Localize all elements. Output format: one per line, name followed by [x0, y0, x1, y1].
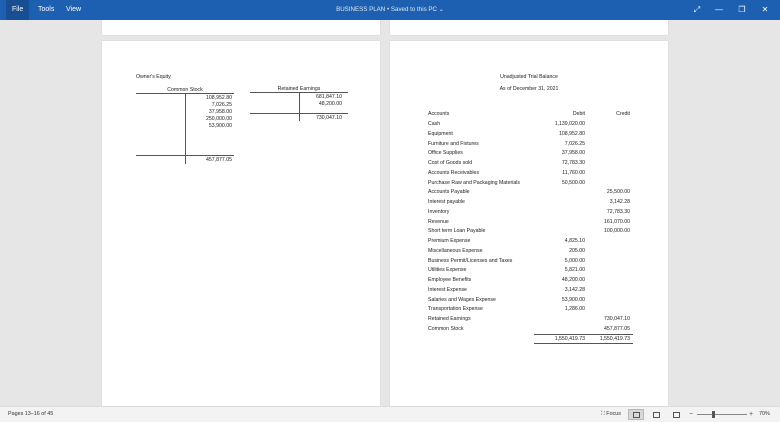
zoom-slider[interactable] — [697, 414, 747, 415]
debit-value: 50,500.00 — [561, 179, 585, 186]
retained-earnings-entry: 48,200.00 — [318, 101, 342, 107]
page-count[interactable]: Pages 13–16 of 45 — [8, 407, 53, 422]
owners-equity-title: Owner's Equity — [136, 74, 171, 80]
account-name: Miscellaneous Expense — [428, 247, 483, 254]
account-name: Retained Earnings — [428, 316, 471, 322]
column-header-credit: Credit — [616, 111, 630, 117]
common-stock-entry: 37,958.00 — [208, 109, 232, 115]
document-name[interactable]: BUSINESS PLAN — [336, 6, 385, 13]
title-bar: File Tools View BUSINESS PLAN • Saved to… — [0, 0, 780, 20]
print-layout-button[interactable] — [648, 409, 664, 420]
debit-value: 11,760.00 — [562, 169, 585, 176]
menu-file[interactable]: File — [6, 0, 30, 20]
common-stock-entry: 108,952.80 — [206, 95, 232, 101]
page-previous-left — [102, 20, 380, 35]
debit-value: 48,200.00 — [561, 277, 585, 283]
account-name: Equipment — [428, 130, 453, 137]
credit-value: 457,877.05 — [604, 325, 630, 332]
account-name: Interest Expense — [428, 286, 467, 293]
total-credit: 1,550,419.73 — [599, 336, 630, 342]
restore-button[interactable]: ❐ — [731, 0, 753, 20]
trial-balance-title: Unadjusted Trial Balance — [500, 74, 558, 80]
column-header-debit: Debit — [572, 111, 585, 117]
debit-value: 72,783.30 — [561, 160, 585, 166]
close-button[interactable]: ✕ — [754, 0, 776, 20]
account-name: Salaries and Wages Expense — [428, 296, 496, 303]
document-title: BUSINESS PLAN • Saved to this PC ⌄ — [0, 0, 780, 20]
common-stock-entry: 53,900.00 — [208, 123, 232, 129]
menu-tools[interactable]: Tools — [32, 0, 60, 20]
common-stock-total: 457,877.05 — [206, 157, 232, 163]
page-previous-right — [390, 20, 668, 35]
web-layout-icon — [673, 412, 680, 418]
debit-value: 5,000.00 — [564, 257, 585, 264]
account-name: Utilities Expense — [428, 267, 467, 274]
title-dropdown-icon[interactable]: ⌄ — [439, 6, 444, 13]
totals-top-rule — [534, 334, 633, 335]
debit-value: 37,958.00 — [561, 150, 585, 157]
account-name: Accounts Payable — [428, 189, 470, 196]
document-canvas[interactable]: Owner's Equity Common Stock 108,952.80 7,… — [0, 20, 780, 406]
retained-earnings-total: 730,047.10 — [316, 115, 342, 121]
totals-bottom-rule — [534, 343, 633, 344]
credit-value: 72,783.30 — [606, 208, 630, 215]
debit-value: 3,142.28 — [564, 286, 585, 293]
account-name: Common Stock — [428, 325, 464, 332]
credit-value: 25,500.00 — [606, 189, 630, 196]
account-name: Premium Expense — [428, 238, 471, 244]
account-name: Furniture and Fixtures — [428, 140, 479, 147]
read-mode-button[interactable] — [628, 409, 644, 420]
column-header-accounts: Accounts — [428, 111, 450, 117]
debit-value: 4,825.10 — [564, 238, 585, 244]
common-stock-entry: 250,000.00 — [206, 116, 232, 122]
focus-icon: ⛶ — [601, 411, 605, 417]
debit-value: 5,821.00 — [564, 267, 585, 274]
account-name: Short term Loan Payable — [428, 228, 486, 235]
trial-balance-date: As of December 31, 2021 — [499, 86, 559, 92]
focus-label: Focus — [606, 411, 621, 417]
account-name: Cost of Goods sold — [428, 160, 473, 166]
account-name: Office Supplies — [428, 150, 463, 157]
common-stock-entry: 7,026.25 — [211, 102, 232, 108]
credit-value: 161,070.00 — [604, 218, 630, 225]
account-name: Cash — [428, 121, 441, 127]
debit-value: 53,900.00 — [561, 296, 585, 303]
web-layout-button[interactable] — [668, 409, 684, 420]
page-trial-balance: Unadjusted Trial Balance As of December … — [390, 41, 668, 406]
menu-view[interactable]: View — [60, 0, 87, 20]
credit-value: 3,142.28 — [609, 199, 630, 205]
credit-value: 100,000.00 — [604, 228, 630, 235]
account-name: Business Permit/Licenses and Taxes — [428, 257, 513, 264]
minimize-button[interactable]: — — [708, 0, 730, 20]
status-bar: Pages 13–16 of 45 ⛶ Focus − + 70% — [0, 406, 780, 422]
page-owners-equity: Owner's Equity Common Stock 108,952.80 7,… — [102, 41, 380, 406]
read-mode-icon — [633, 412, 640, 418]
account-name: Revenue — [428, 218, 449, 225]
focus-button[interactable]: ⛶ Focus — [598, 409, 624, 420]
print-layout-icon — [653, 412, 660, 418]
save-status: • Saved to this PC — [387, 6, 437, 13]
zoom-level[interactable]: 70% — [759, 407, 770, 422]
zoom-out-button[interactable]: − — [689, 407, 693, 422]
account-name: Transportation Expense — [428, 306, 483, 313]
zoom-slider-thumb[interactable] — [712, 411, 715, 418]
debit-value: 205.00 — [569, 247, 585, 254]
retained-earnings-total-rule — [250, 113, 348, 114]
account-name: Employee Benefits — [428, 277, 472, 283]
account-name: Inventory — [428, 208, 450, 215]
retained-earnings-entry: 681,847.10 — [316, 94, 342, 100]
debit-value: 1,139,020.00 — [554, 121, 585, 127]
focus-mode-icon[interactable]: ⤢ — [686, 0, 708, 20]
common-stock-total-rule — [136, 155, 234, 156]
debit-value: 108,952.80 — [559, 130, 585, 137]
account-name: Purchase Raw and Packaging Materials — [428, 179, 520, 186]
debit-value: 1,286.00 — [564, 306, 585, 313]
total-debit: 1,550,419.73 — [554, 336, 585, 342]
credit-value: 730,047.10 — [604, 316, 630, 322]
account-name: Accounts Receivables — [428, 169, 480, 176]
debit-value: 7,026.25 — [564, 140, 585, 147]
account-name: Interest payable — [428, 199, 465, 205]
zoom-in-button[interactable]: + — [749, 407, 753, 422]
